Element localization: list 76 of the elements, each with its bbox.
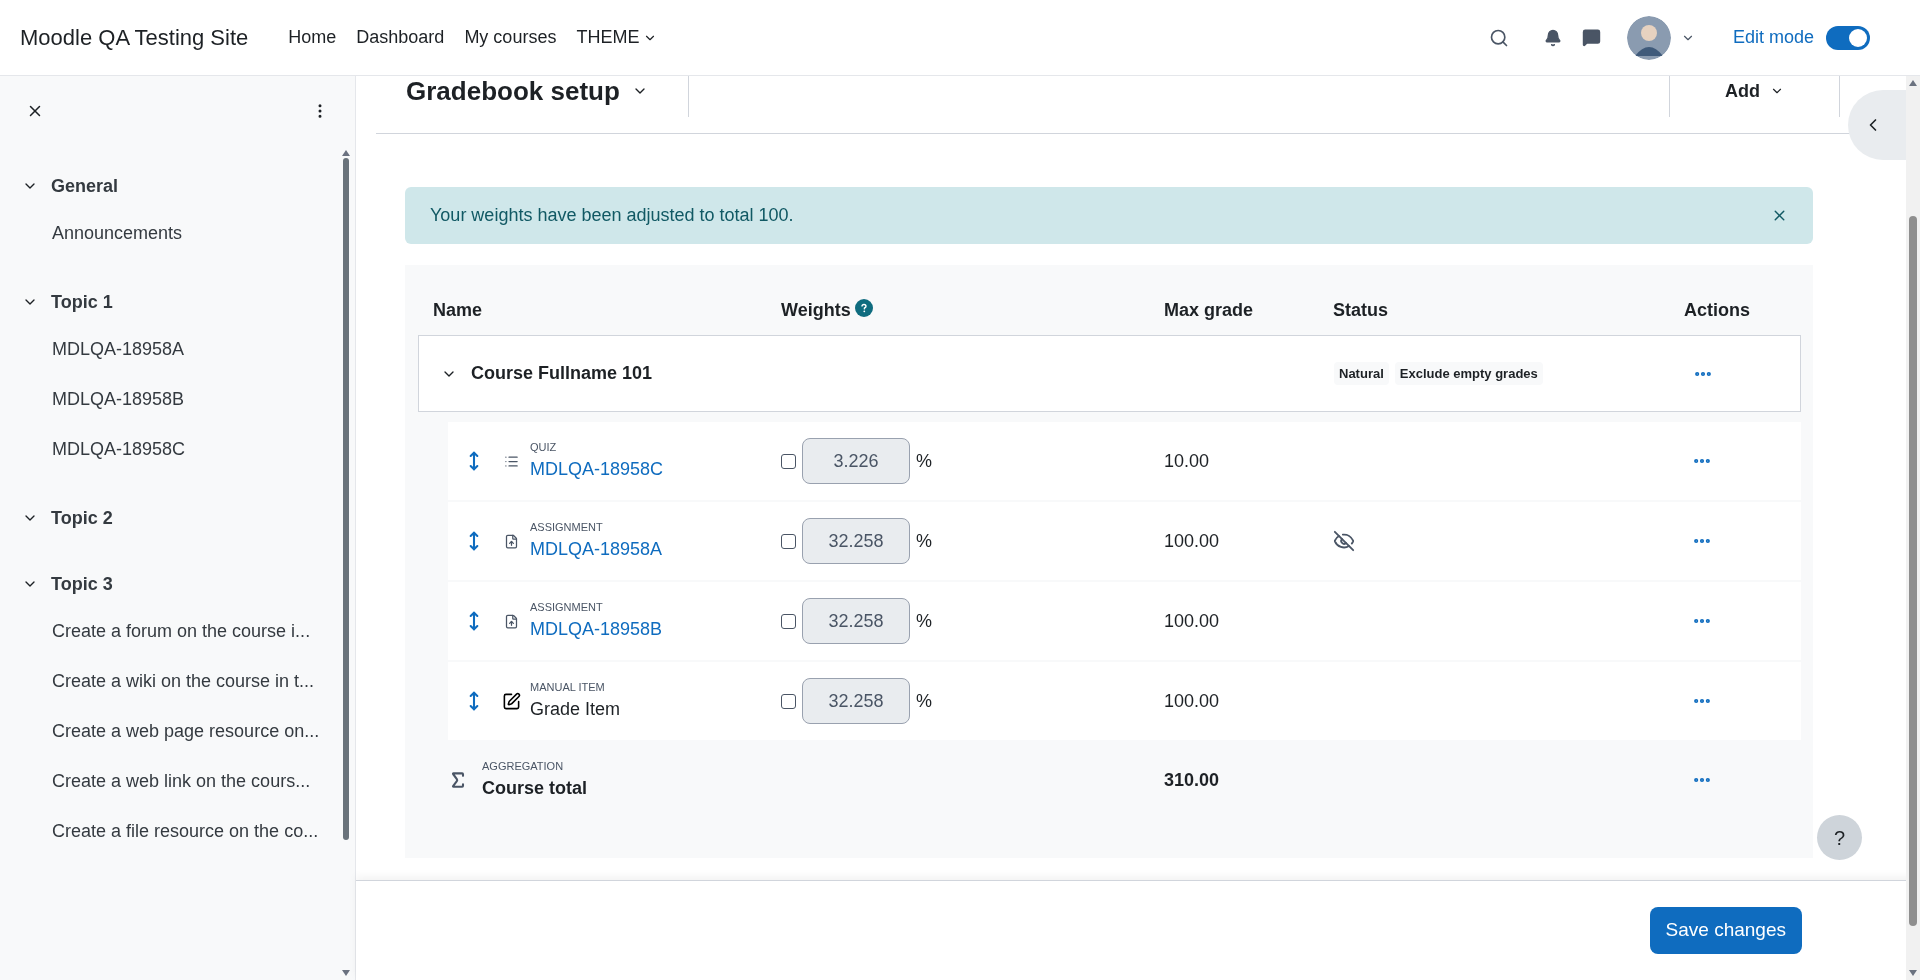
list-icon [503, 453, 519, 469]
item-type-label: ASSIGNMENT [530, 600, 604, 616]
item-name: Grade Item [530, 697, 621, 721]
pencil-icon [501, 691, 521, 711]
category-name: Course Fullname 101 [471, 362, 653, 385]
file-icon [503, 533, 519, 549]
max-grade: 100.00 [1164, 689, 1221, 713]
sidebar-item[interactable]: MDLQA-18958A [22, 324, 341, 374]
max-grade: 10.00 [1164, 449, 1211, 473]
sidebar-item[interactable]: Create a web page resource on... [22, 706, 341, 756]
total-max-grade: 310.00 [1164, 768, 1221, 792]
item-link[interactable]: MDLQA-18958A [530, 535, 663, 563]
edit-mode-label: Edit mode [1732, 26, 1814, 49]
scrollbar-thumb[interactable] [1909, 216, 1917, 926]
sidebar-item[interactable]: MDLQA-18958B [22, 374, 341, 424]
sidebar-item[interactable]: MDLQA-18958C [22, 424, 341, 474]
alert-message: Your weights have been adjusted to total 100. [430, 204, 794, 227]
nav-link[interactable]: Home [288, 24, 337, 51]
item-link[interactable]: MDLQA-18958C [530, 455, 664, 483]
nav-link[interactable]: THEME [576, 24, 658, 51]
edit-mode-toggle[interactable] [1826, 25, 1870, 50]
weight-field[interactable]: 32.258 [802, 518, 910, 564]
scroll-up-icon[interactable] [342, 150, 350, 156]
percent-sign: % [916, 529, 932, 553]
override-checkbox[interactable] [781, 693, 796, 709]
column-header: Name [433, 298, 483, 322]
chat-icon[interactable] [1581, 28, 1601, 47]
status-badge: Exclude empty grades [1394, 361, 1543, 386]
help-button[interactable]: ? [1817, 815, 1862, 860]
section-title[interactable]: Topic 1 [51, 288, 113, 316]
section-title[interactable]: Topic 3 [51, 570, 113, 598]
help-icon[interactable] [854, 299, 873, 317]
section-title[interactable]: General [51, 172, 119, 200]
avatar[interactable] [1626, 15, 1671, 60]
column-header: Status [1333, 298, 1388, 322]
drawer-toggle[interactable] [1848, 90, 1908, 160]
item-link[interactable]: MDLQA-18958B [530, 615, 663, 643]
section-title[interactable]: Topic 2 [51, 504, 113, 532]
nav-link[interactable]: My courses [464, 24, 557, 51]
percent-sign: % [916, 449, 932, 473]
site-name[interactable]: Moodle QA Testing Site [20, 21, 249, 54]
status-badge: Natural [1334, 361, 1389, 386]
scroll-down-icon[interactable] [342, 970, 350, 976]
scroll-down-icon[interactable] [1909, 970, 1917, 976]
scroll-up-icon[interactable] [1909, 80, 1917, 86]
sidebar-item[interactable]: Create a file resource on the co... [22, 806, 341, 856]
scrollbar-thumb[interactable] [343, 158, 349, 840]
bell-icon[interactable] [1543, 28, 1562, 47]
max-grade: 100.00 [1164, 529, 1221, 553]
weight-field[interactable]: 3.226 [802, 438, 910, 484]
save-button[interactable]: Save changes [1649, 907, 1802, 954]
column-header: Weights [781, 298, 851, 322]
sidebar-item[interactable]: Create a wiki on the course in t... [22, 656, 341, 706]
weight-field[interactable]: 32.258 [802, 598, 910, 644]
file-icon [503, 613, 519, 629]
total-name: Course total [482, 776, 587, 800]
item-type-label: AGGREGATION [482, 759, 565, 775]
search-icon[interactable] [1488, 27, 1509, 48]
percent-sign: % [916, 689, 932, 713]
item-type-label: QUIZ [530, 440, 558, 456]
page-title[interactable]: Gradebook setup [406, 76, 620, 111]
override-checkbox[interactable] [781, 453, 796, 469]
sidebar-item[interactable]: Create a web link on the cours... [22, 756, 341, 806]
item-type-label: ASSIGNMENT [530, 520, 604, 536]
percent-sign: % [916, 609, 932, 633]
override-checkbox[interactable] [781, 533, 796, 549]
weight-field[interactable]: 32.258 [802, 678, 910, 724]
max-grade: 100.00 [1164, 609, 1221, 633]
sidebar-item[interactable]: Create a forum on the course i... [22, 606, 341, 656]
nav-link[interactable]: Dashboard [356, 24, 445, 51]
column-header: Actions [1684, 298, 1750, 322]
column-header: Max grade [1164, 298, 1254, 322]
item-type-label: MANUAL ITEM [530, 680, 606, 696]
override-checkbox[interactable] [781, 613, 796, 629]
sidebar-item[interactable]: Announcements [22, 208, 341, 258]
add-button[interactable]: Add [1725, 77, 1760, 105]
